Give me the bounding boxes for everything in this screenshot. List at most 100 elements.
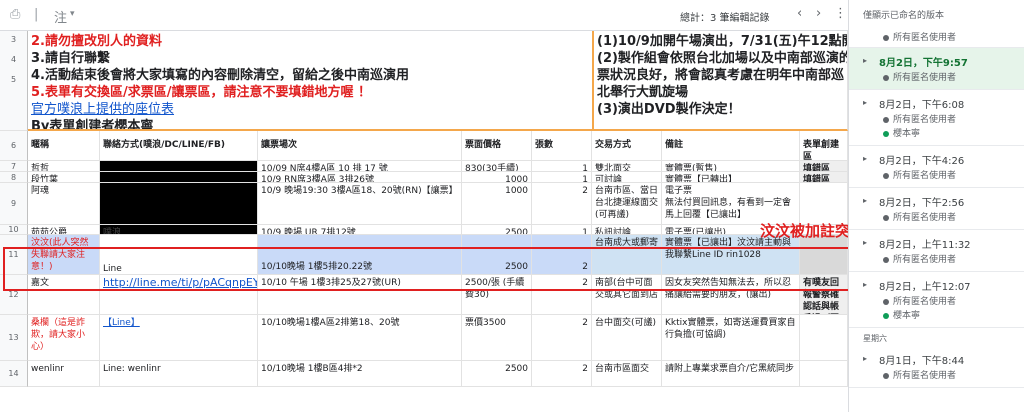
contact-link[interactable]: 【Line】 xyxy=(100,315,258,361)
spreadsheet-grid[interactable]: 3 4 5 2.請勿擅改別人的資料 3.請自行聯繫 4.活動結束後會將大家填寫的… xyxy=(0,31,848,412)
version-user: 櫻本寧 xyxy=(883,308,920,321)
chevron-down-icon[interactable]: ▾ xyxy=(70,9,75,19)
note-line: (1)10/9加開午場演出，7/31(五)午12點開 xyxy=(597,34,848,49)
table-cell[interactable]: 10/10晚場 1樓B區4排*2 xyxy=(258,361,462,387)
table-cell[interactable]: 台南市區面交 xyxy=(592,361,662,387)
table-cell[interactable]: 電子票 無法付買回訊息，有看到一定會馬上回覆【已讓出】 xyxy=(662,183,800,225)
table-cell[interactable]: 私訊討論 xyxy=(592,225,662,235)
notes-right: (1)10/9加開午場演出，7/31(五)午12點開 (2)製作組會依照台北加場… xyxy=(594,31,848,131)
version-user-name: 所有匿名使用者 xyxy=(893,33,957,43)
expand-arrow-icon[interactable]: ▸ xyxy=(863,238,867,247)
table-cell[interactable]: 2 xyxy=(532,315,592,361)
row-numbers-notes: 3 4 5 xyxy=(0,31,28,131)
note-line: 5.表單有交換區/求票區/讓票區，請注意不要填錯地方喔 ！ xyxy=(31,85,372,100)
expand-arrow-icon[interactable]: ▸ xyxy=(863,354,867,363)
user-dot-icon xyxy=(883,372,889,379)
user-dot-icon xyxy=(883,116,889,123)
version-user-name: 所有匿名使用者 xyxy=(893,73,957,83)
table-cell[interactable]: 1000 xyxy=(462,172,532,183)
table-cell[interactable]: 阿魂 xyxy=(28,183,100,225)
table-cell[interactable]: 10/9 晚場 UR 7排12號 xyxy=(258,225,462,235)
user-dot-icon xyxy=(883,172,889,179)
total-edits: 總計：3 筆編輯記錄 xyxy=(680,13,770,24)
table-cell[interactable] xyxy=(100,172,258,183)
table-cell[interactable] xyxy=(800,183,848,225)
table-cell[interactable]: 1000 xyxy=(462,183,532,225)
table-cell[interactable]: 票價3500 xyxy=(462,315,532,361)
more-icon[interactable]: ⋮ xyxy=(834,6,847,21)
table-cell[interactable] xyxy=(800,315,848,361)
version-item[interactable]: ▸ 8月2日，上午11:32 所有匿名使用者 xyxy=(849,230,1024,272)
table-cell[interactable]: 1 xyxy=(532,225,592,235)
table-cell[interactable]: 可討論 xyxy=(592,172,662,183)
column-header: 票面價格 xyxy=(462,131,532,161)
format-menu[interactable]: 注 xyxy=(54,7,67,26)
table-cell[interactable]: 830(30手續) xyxy=(462,161,532,172)
version-user: 所有匿名使用者 xyxy=(883,294,956,307)
table-cell[interactable]: 雙北面交 xyxy=(592,161,662,172)
version-user: 所有匿名使用者 xyxy=(883,112,956,125)
table-cell[interactable]: 10/9 晚場19:30 3樓A區18、20號(RN)【讓票】 xyxy=(258,183,462,225)
column-header: 暱稱 xyxy=(28,131,100,161)
table-cell[interactable]: 10/09 N席4樓A區 10 排 17 號 xyxy=(258,161,462,172)
table-cell[interactable]: 請附上專業求票自介/它黑統同步 xyxy=(662,361,800,387)
named-versions-filter[interactable]: 僅顯示已命名的版本 xyxy=(863,8,944,21)
table-cell[interactable]: 2500 xyxy=(462,361,532,387)
row-number: 4 xyxy=(10,55,17,64)
table-cell[interactable]: 2500 xyxy=(462,225,532,235)
table-cell[interactable]: 段竹葉 xyxy=(28,172,100,183)
table-cell[interactable]: Line: wenlinr xyxy=(100,361,258,387)
note-line: 票狀況良好，將會認真考慮在明年中南部巡 xyxy=(597,68,845,83)
note-line: 北舉行大凱旋場 xyxy=(597,85,689,100)
table-cell[interactable]: 填錯區已... xyxy=(800,172,848,183)
table-cell[interactable]: 茹茹公爵 xyxy=(28,225,100,235)
table-cell[interactable] xyxy=(100,161,258,172)
expand-arrow-icon[interactable]: ▸ xyxy=(863,154,867,163)
version-item[interactable]: ▸ 8月2日，上午12:07 所有匿名使用者 櫻本寧 xyxy=(849,272,1024,328)
table-cell[interactable]: Kktix實體票，如寄送運費買家自行負擔(可協調) xyxy=(662,315,800,361)
row-number: 5 xyxy=(10,75,17,84)
user-dot-icon xyxy=(883,312,889,319)
expand-arrow-icon[interactable]: ▸ xyxy=(863,280,867,289)
table-cell[interactable]: 台南市區、當日台北捷運線面交(可再議) xyxy=(592,183,662,225)
printer-icon[interactable]: ⎙ xyxy=(10,7,20,22)
table-cell[interactable]: 2 xyxy=(532,183,592,225)
table-cell[interactable]: 2 xyxy=(532,361,592,387)
table-cell[interactable] xyxy=(100,183,258,225)
version-history-panel: 僅顯示已命名的版本 所有匿名使用者 ▸ 8月2日，下午9:57 所有匿名使用者 ▸ 8月2… xyxy=(848,0,1024,412)
expand-arrow-icon[interactable]: ▸ xyxy=(863,56,867,65)
table-cell[interactable]: 台中面交(可議) xyxy=(592,315,662,361)
row-number: 8 xyxy=(0,172,28,183)
table-cell[interactable] xyxy=(800,361,848,387)
expand-arrow-icon[interactable]: ▸ xyxy=(863,98,867,107)
table-cell[interactable]: 填錯區已... xyxy=(800,161,848,172)
note-line: 2.請勿擅改別人的資料 xyxy=(31,34,162,49)
version-item[interactable]: ▸ 8月2日，下午4:26 所有匿名使用者 xyxy=(849,146,1024,188)
version-user: 所有匿名使用者 xyxy=(883,30,956,43)
version-item[interactable]: 所有匿名使用者 xyxy=(849,24,1024,48)
note-line: (3)演出DVD製作決定！ xyxy=(597,102,741,117)
table-cell[interactable]: 桑欄（這是詐欺，請大家小心） xyxy=(28,315,100,361)
version-date: 8月2日，下午2:56 xyxy=(879,198,965,209)
expand-arrow-icon[interactable]: ▸ xyxy=(863,196,867,205)
version-date: 8月2日，下午9:57 xyxy=(879,58,968,69)
table-cell[interactable]: 10/9 RN席3樓A區 3排26號 xyxy=(258,172,462,183)
seat-chart-link[interactable]: 官方噗浪上提供的座位表 xyxy=(31,101,589,118)
table-cell[interactable]: 哲哲 xyxy=(28,161,100,172)
table-cell[interactable]: 10/10晚場1樓A區2排第18、20號 xyxy=(258,315,462,361)
table-cell[interactable]: 噗浪 xyxy=(100,225,258,235)
table-cell[interactable]: wenlinr xyxy=(28,361,100,387)
table-cell[interactable]: 實體票(暫售) xyxy=(662,161,800,172)
prev-change-icon[interactable]: ‹ xyxy=(797,6,802,21)
table-cell[interactable]: 1 xyxy=(532,172,592,183)
version-user-name: 所有匿名使用者 xyxy=(893,115,957,125)
version-item[interactable]: ▸ 8月2日，下午6:08 所有匿名使用者 櫻本寧 xyxy=(849,90,1024,146)
version-item[interactable]: ▸ 8月2日，下午9:57 所有匿名使用者 xyxy=(849,48,1024,90)
version-item[interactable]: ▸ 8月2日，下午2:56 所有匿名使用者 xyxy=(849,188,1024,230)
version-item[interactable]: ▸ 8月1日，下午8:44 所有匿名使用者 xyxy=(849,346,1024,388)
table-cell[interactable]: 實體票【已轉出】 xyxy=(662,172,800,183)
annotation-highlight-box xyxy=(3,247,853,291)
next-change-icon[interactable]: › xyxy=(816,6,821,21)
table-cell[interactable]: 1 xyxy=(532,161,592,172)
column-header: 讓票場次 xyxy=(258,131,462,161)
